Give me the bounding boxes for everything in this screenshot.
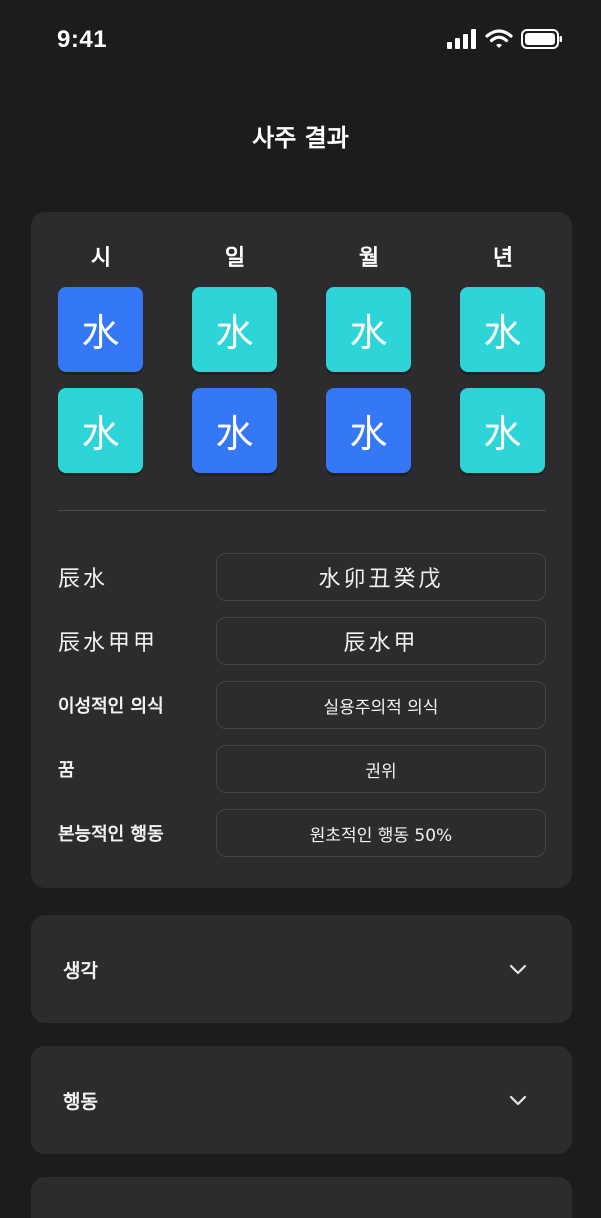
info-label: 이성적인 의식 xyxy=(58,696,164,717)
status-bar: 9:41 xyxy=(0,0,601,80)
pillar-headers: 시 일 월 년 xyxy=(58,240,546,274)
accordion-partial[interactable] xyxy=(31,1177,572,1218)
wifi-icon xyxy=(485,29,513,48)
pillar-tile[interactable]: 水 xyxy=(326,287,411,372)
saju-result-card: 시 일 월 년 水 水 水 水 水 水 水 水 辰水 水卯丑癸戊 辰水甲甲 辰水… xyxy=(31,212,572,888)
pillar-tile[interactable]: 水 xyxy=(58,388,143,473)
info-label: 꿈 xyxy=(58,760,75,781)
info-row-instinctive-behavior: 본능적인 행동 원초적인 행동 50% xyxy=(58,809,546,857)
info-row-dream: 꿈 권위 xyxy=(58,745,546,793)
info-value: 辰水甲 xyxy=(216,617,546,665)
info-value: 水卯丑癸戊 xyxy=(216,553,546,601)
pillar-tile[interactable]: 水 xyxy=(192,388,277,473)
accordion-behavior[interactable]: 행동 xyxy=(31,1046,572,1154)
cellular-signal-icon xyxy=(447,29,476,49)
accordion-title: 생각 xyxy=(63,959,98,982)
pillar-header-year: 년 xyxy=(492,245,514,271)
pillar-header-month: 월 xyxy=(358,245,380,271)
accordion-thought[interactable]: 생각 xyxy=(31,915,572,1023)
accordion-title: 행동 xyxy=(63,1090,98,1113)
divider xyxy=(58,510,546,511)
battery-icon xyxy=(521,29,562,49)
pillar-header-hour: 시 xyxy=(90,245,112,271)
pillar-tile[interactable]: 水 xyxy=(460,388,545,473)
status-time: 9:41 xyxy=(57,26,108,53)
chevron-down-icon xyxy=(509,1095,527,1106)
pillar-header-day: 일 xyxy=(224,245,246,271)
info-label: 辰水 xyxy=(58,567,109,592)
page-title: 사주 결과 xyxy=(252,123,349,152)
pillar-tile[interactable]: 水 xyxy=(460,287,545,372)
info-value: 권위 xyxy=(216,745,546,793)
info-label: 辰水甲甲 xyxy=(58,631,159,656)
pillar-tile[interactable]: 水 xyxy=(192,287,277,372)
info-row-element: 辰水 水卯丑癸戊 xyxy=(58,553,546,601)
info-row-stems: 辰水甲甲 辰水甲 xyxy=(58,617,546,665)
info-row-rational-consciousness: 이성적인 의식 실용주의적 의식 xyxy=(58,681,546,729)
info-label: 본능적인 행동 xyxy=(58,824,164,845)
status-icons xyxy=(447,29,563,49)
chevron-down-icon xyxy=(509,964,527,975)
info-value: 원초적인 행동 50% xyxy=(216,809,546,857)
info-value: 실용주의적 의식 xyxy=(216,681,546,729)
pillar-tile[interactable]: 水 xyxy=(326,388,411,473)
pillar-tile[interactable]: 水 xyxy=(58,287,143,372)
